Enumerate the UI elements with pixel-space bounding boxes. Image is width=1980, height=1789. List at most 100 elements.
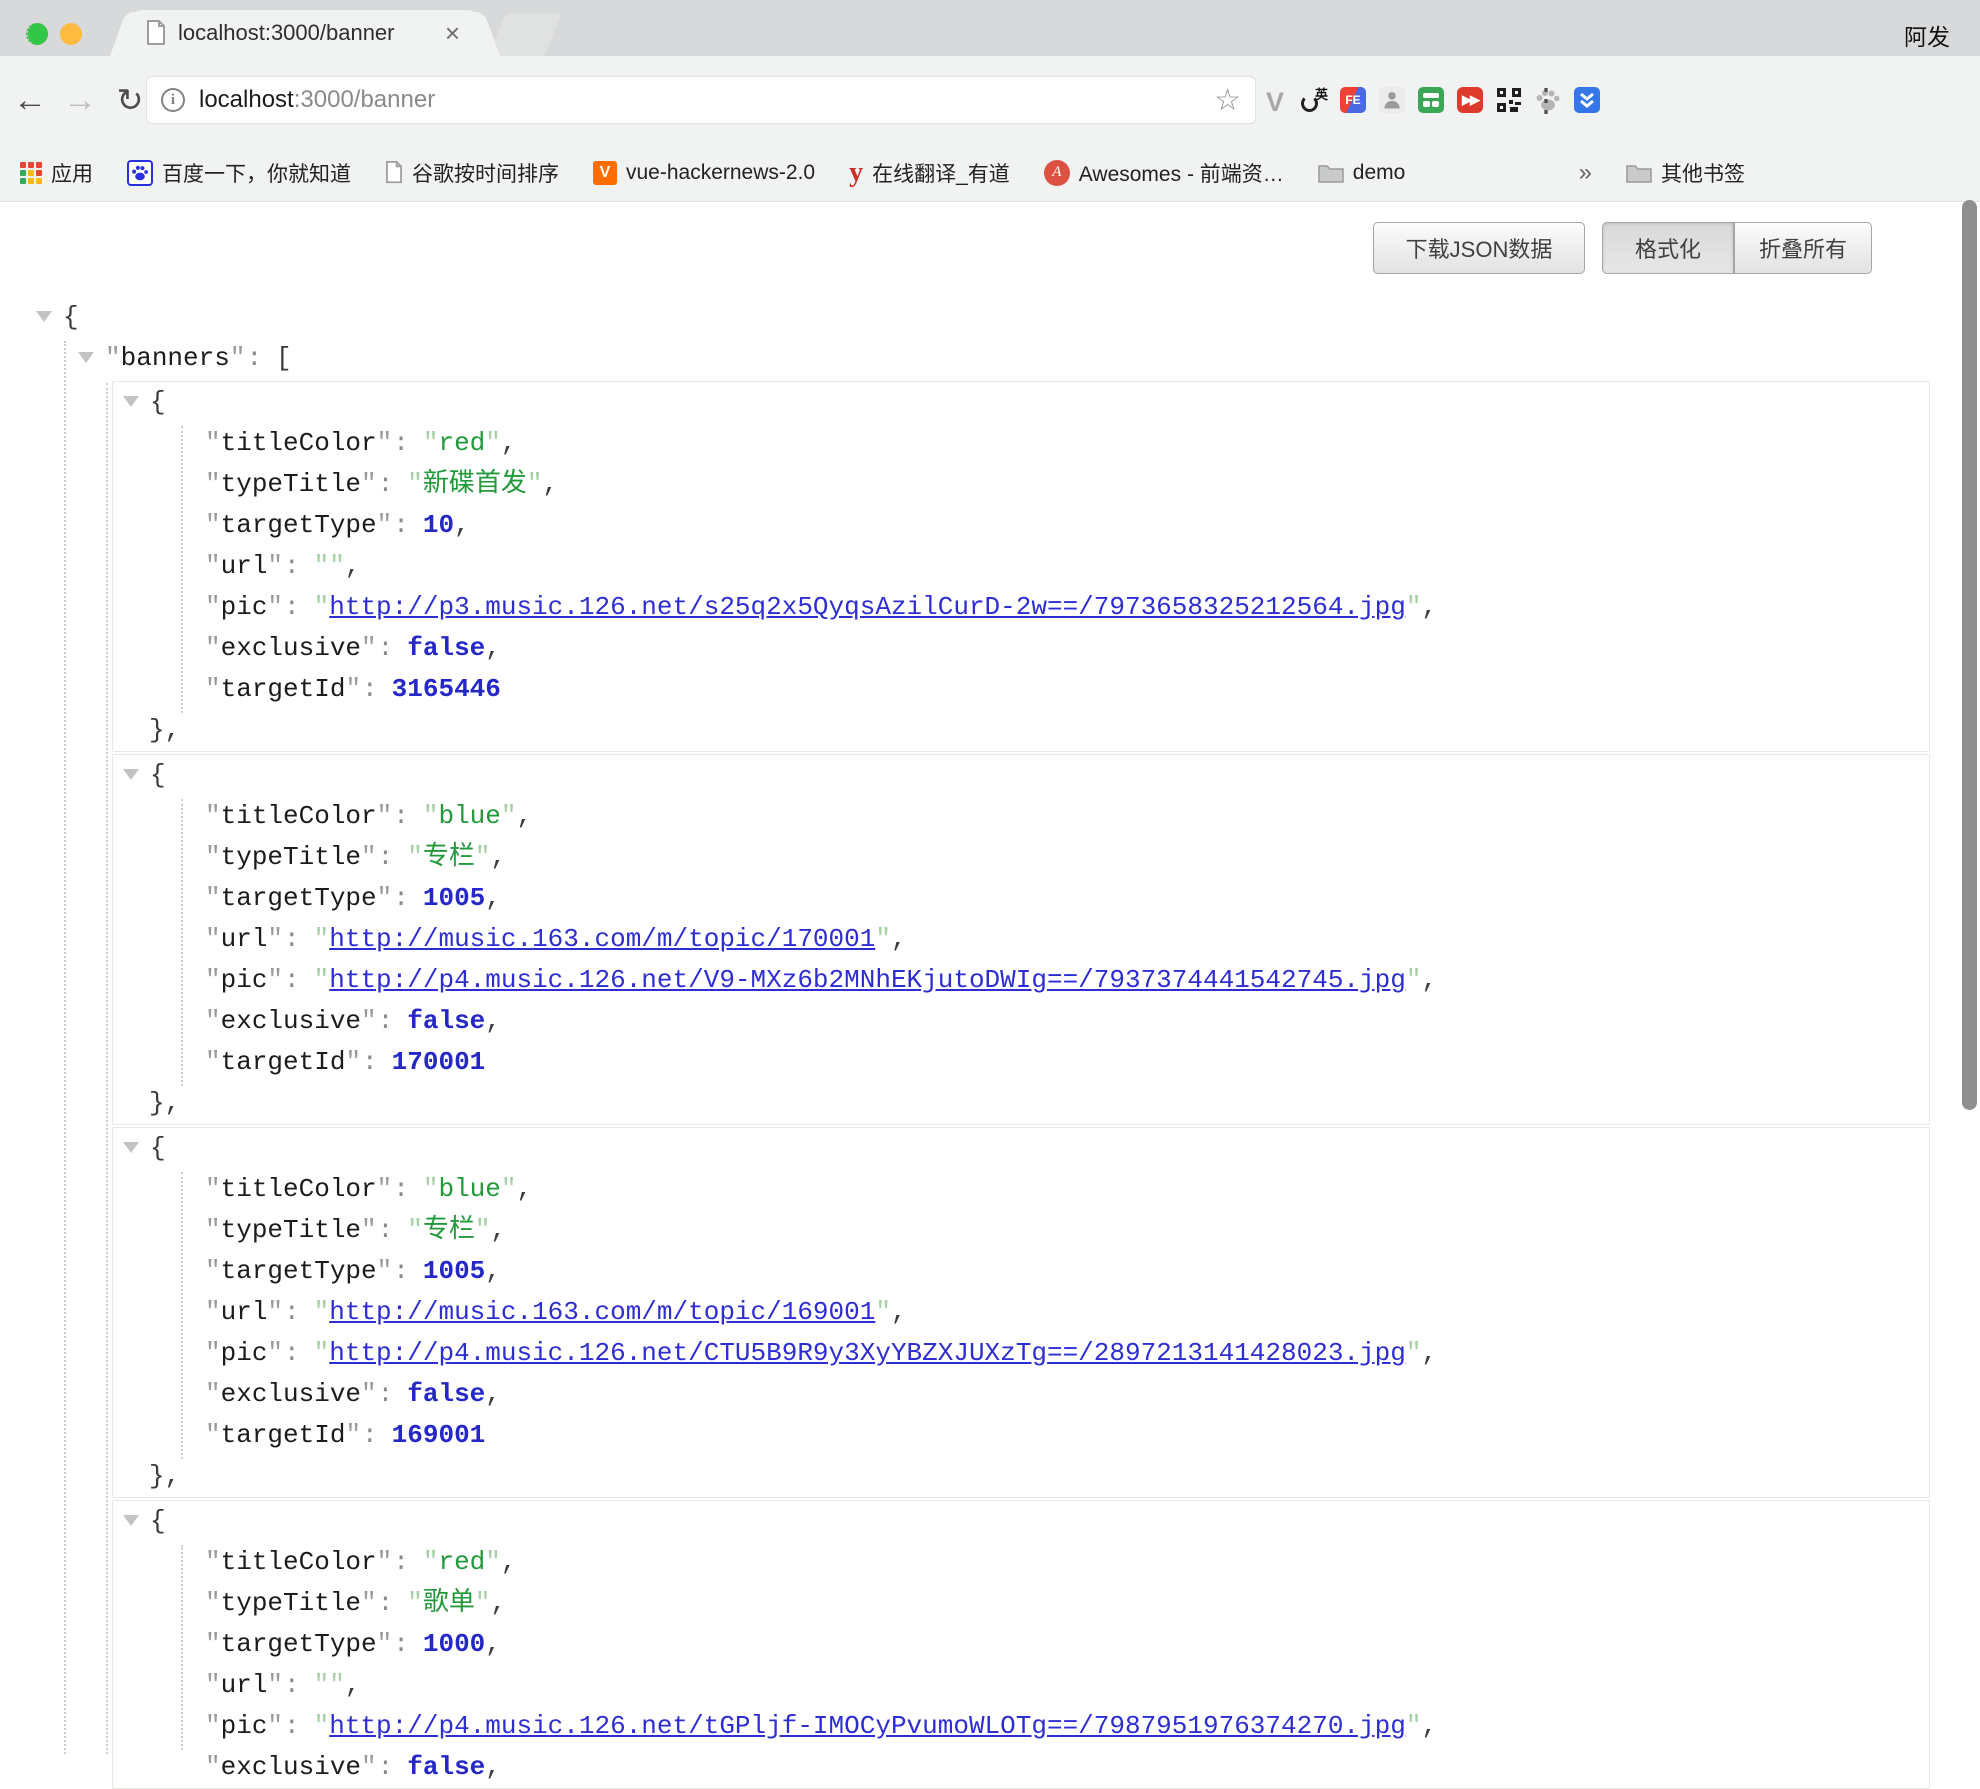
colon: : xyxy=(284,965,300,995)
collapse-toggle-icon[interactable] xyxy=(123,1515,139,1526)
tab-close-icon[interactable]: × xyxy=(441,18,464,49)
colon: : xyxy=(393,428,409,458)
proxy-person-icon[interactable] xyxy=(1379,87,1405,113)
guide-line xyxy=(181,799,183,1086)
collapse-toggle-icon[interactable] xyxy=(123,396,139,407)
page-scrollbar-thumb[interactable] xyxy=(1962,200,1977,1110)
json-key: exclusive xyxy=(205,633,377,663)
open-bracket: [ xyxy=(276,343,292,373)
colon: : xyxy=(362,1420,378,1450)
pic-url-link[interactable]: http://p4.music.126.net/V9-MXz6b2MNhEKju… xyxy=(329,965,1406,995)
tampermonkey-icon[interactable] xyxy=(1418,87,1444,113)
browser-toolbar: ← → ↻ i localhost:3000/banner ☆ V 英 FE ▶… xyxy=(0,56,1980,144)
collapse-toggle-icon[interactable] xyxy=(123,769,139,780)
field-targetId: targetId:3165446 xyxy=(113,669,1929,710)
json-key: url xyxy=(205,1670,283,1700)
comma: , xyxy=(485,1379,501,1409)
json-key: url xyxy=(205,1297,283,1327)
apps-shortcut[interactable]: 应用 xyxy=(20,158,93,188)
json-key: typeTitle xyxy=(205,469,377,499)
field-targetType: targetType:1005, xyxy=(113,1251,1929,1292)
json-key: targetType xyxy=(205,510,392,540)
comma: , xyxy=(491,1588,507,1618)
bookmark-baidu[interactable]: 百度一下，你就知道 xyxy=(127,158,351,188)
field-url: url:http://music.163.com/m/topic/169001, xyxy=(113,1292,1929,1333)
json-boolean-value: false xyxy=(407,1379,485,1409)
vue-devtools-icon[interactable]: V xyxy=(1262,87,1288,113)
other-bookmarks-folder[interactable]: 其他书签 xyxy=(1626,158,1745,188)
collapse-toggle-icon[interactable] xyxy=(123,1142,139,1153)
address-bar[interactable]: i localhost:3000/banner ☆ xyxy=(146,76,1256,124)
apps-grid-icon xyxy=(20,162,42,184)
pic-url-link[interactable]: http://p4.music.126.net/CTU5B9R9y3XyYBZX… xyxy=(329,1338,1406,1368)
guide-line xyxy=(106,383,108,1754)
item-fields: titleColor:blue, typeTitle:专栏, targetTyp… xyxy=(113,796,1929,1083)
colon: : xyxy=(378,1006,394,1036)
topic-url-link[interactable]: http://music.163.com/m/topic/169001 xyxy=(329,1297,875,1327)
vue-v-icon: V xyxy=(593,161,617,185)
field-typeTitle: typeTitle:专栏, xyxy=(113,1210,1929,1251)
json-array-item: { titleColor:red, typeTitle:新碟首发, target… xyxy=(112,381,1930,752)
colon: : xyxy=(378,1215,394,1245)
pic-url-link[interactable]: http://p3.music.126.net/s25q2x5QyqsAzilC… xyxy=(329,592,1406,622)
field-pic: pic:http://p4.music.126.net/V9-MXz6b2MNh… xyxy=(113,960,1929,1001)
zoom-window-button[interactable] xyxy=(26,23,48,45)
back-button[interactable]: ← xyxy=(8,56,52,144)
bookmark-star-icon[interactable]: ☆ xyxy=(1214,83,1241,118)
comma: , xyxy=(345,1670,361,1700)
json-key: typeTitle xyxy=(205,842,377,872)
qr-code-icon[interactable] xyxy=(1496,87,1522,113)
comma: , xyxy=(501,428,517,458)
field-exclusive: exclusive:false, xyxy=(113,1001,1929,1042)
bookmark-youdao[interactable]: y 在线翻译_有道 xyxy=(849,158,1010,188)
minimize-window-button[interactable] xyxy=(60,23,82,45)
colon: : xyxy=(378,469,394,499)
field-url: url:, xyxy=(113,546,1929,587)
close-brace: }, xyxy=(149,1461,180,1491)
comma: , xyxy=(491,842,507,872)
translate-extension-icon[interactable]: 英 xyxy=(1301,87,1327,113)
json-boolean-value: false xyxy=(407,1006,485,1036)
json-link-value: http://music.163.com/m/topic/169001 xyxy=(314,1297,891,1327)
forward-button[interactable]: → xyxy=(58,56,102,144)
fast-forward-extension-icon[interactable]: ▶▶ xyxy=(1457,87,1483,113)
collapse-toggle-icon[interactable] xyxy=(78,352,94,363)
comma: , xyxy=(1421,592,1437,622)
pic-url-link[interactable]: http://p4.music.126.net/tGPljf-IMOCyPvum… xyxy=(329,1711,1406,1741)
format-button[interactable]: 格式化 xyxy=(1602,222,1734,274)
bookmarks-bar: 应用 百度一下，你就知道 谷歌按时间排序 V vue-hackernews-2.… xyxy=(0,144,1980,202)
bookmarks-overflow-icon[interactable]: » xyxy=(1579,159,1592,187)
item-open-line: { xyxy=(113,382,1929,423)
chrome-menu-icon[interactable]: ⋮ xyxy=(1530,56,1560,144)
json-root-line: { xyxy=(0,297,1980,338)
field-titleColor: titleColor:blue, xyxy=(113,796,1929,837)
json-link-value: http://p4.music.126.net/CTU5B9R9y3XyYBZX… xyxy=(314,1338,1422,1368)
colon: : xyxy=(393,1174,409,1204)
json-key: titleColor xyxy=(205,1174,392,1204)
open-brace: { xyxy=(150,1133,166,1163)
chevrons-extension-icon[interactable] xyxy=(1574,87,1600,113)
browser-user-name: 阿发 xyxy=(1904,18,1950,52)
comma: , xyxy=(501,1547,517,1577)
comma: , xyxy=(485,1256,501,1286)
bookmark-folder-demo[interactable]: demo xyxy=(1318,161,1406,185)
new-tab-button[interactable] xyxy=(488,13,561,56)
topic-url-link[interactable]: http://music.163.com/m/topic/170001 xyxy=(329,924,875,954)
collapse-toggle-icon[interactable] xyxy=(36,311,52,322)
field-url: url:, xyxy=(113,1665,1929,1706)
fe-extension-icon[interactable]: FE xyxy=(1340,87,1366,113)
bookmark-label: demo xyxy=(1353,161,1406,185)
json-key: typeTitle xyxy=(205,1588,377,1618)
bookmark-vue-hackernews[interactable]: V vue-hackernews-2.0 xyxy=(593,161,815,185)
folder-icon xyxy=(1318,163,1344,183)
json-key: pic xyxy=(205,1711,283,1741)
json-number-value: 1000 xyxy=(423,1629,485,1659)
bookmark-google-sort[interactable]: 谷歌按时间排序 xyxy=(385,158,559,188)
colon: : xyxy=(362,1047,378,1077)
bookmark-awesomes[interactable]: A Awesomes - 前端资… xyxy=(1044,158,1284,188)
json-array-item: { titleColor:blue, typeTitle:专栏, targetT… xyxy=(112,754,1930,1125)
collapse-all-button[interactable]: 折叠所有 xyxy=(1734,222,1872,274)
browser-tab[interactable]: localhost:3000/banner × xyxy=(132,10,478,56)
page-info-icon[interactable]: i xyxy=(161,88,185,112)
download-json-button[interactable]: 下载JSON数据 xyxy=(1373,222,1585,274)
